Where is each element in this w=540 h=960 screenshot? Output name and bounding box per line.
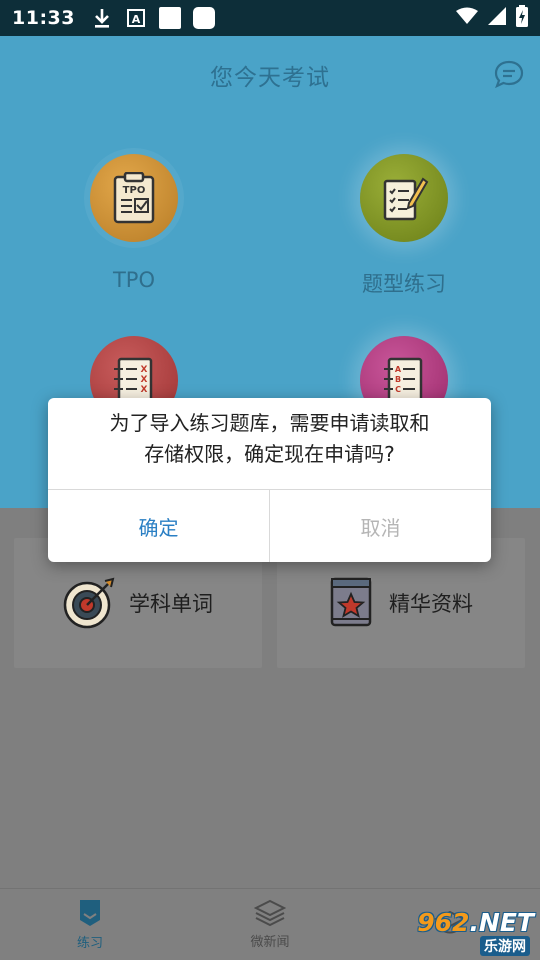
dialog-message-line1: 为了导入练习题库，需要申请读取和 — [109, 411, 430, 435]
card-essential-materials-label: 精华资料 — [389, 592, 473, 616]
svg-text:X: X — [141, 385, 148, 395]
dialog-message-line2: 存储权限，确定现在申请吗? — [144, 442, 395, 466]
lower-panel: 学科单词 精华资料 — [0, 508, 540, 888]
cancel-button[interactable]: 取消 — [270, 490, 491, 562]
watermark-title: 962.NET — [417, 908, 534, 937]
feature-tpo-label: TPO — [112, 268, 156, 292]
white-rounded-square-icon — [192, 7, 215, 29]
book-star-icon — [330, 577, 372, 627]
white-square-icon — [158, 7, 181, 29]
layers-icon — [254, 899, 286, 927]
site-watermark-logo: 962.NET 乐游网 — [406, 908, 534, 956]
font-a-icon: A — [125, 7, 147, 29]
nav-tab-practice[interactable]: 练习 — [0, 889, 180, 960]
wifi-icon — [456, 7, 478, 29]
svg-text:A: A — [132, 13, 141, 26]
feature-tpo[interactable]: TPO TPO — [64, 154, 204, 292]
system-icons — [456, 5, 528, 31]
practice-icon — [80, 900, 100, 926]
status-bar: 11:33 A — [0, 0, 540, 36]
svg-text:X: X — [141, 375, 148, 385]
watermark-subtitle: 乐游网 — [480, 936, 530, 956]
page-title: 您今天考试 — [210, 65, 330, 91]
nav-tab-practice-label: 练习 — [76, 936, 103, 951]
feature-question-practice[interactable]: 题型练习 — [334, 154, 474, 298]
notification-icons: A — [91, 7, 215, 29]
nav-tab-news-label: 微新闻 — [250, 935, 290, 950]
tpo-clipboard-icon: TPO — [90, 154, 178, 242]
dialog-actions: 确定 取消 — [48, 489, 491, 562]
target-icon — [63, 577, 115, 629]
signal-icon — [488, 7, 506, 29]
dialog-message: 为了导入练习题库，需要申请读取和 存储权限，确定现在申请吗? — [48, 398, 491, 489]
svg-text:X: X — [141, 365, 148, 375]
status-time: 11:33 — [12, 7, 75, 29]
chat-bubble-icon[interactable] — [494, 60, 524, 88]
permission-dialog: 为了导入练习题库，需要申请读取和 存储权限，确定现在申请吗? 确定 取消 — [48, 398, 491, 562]
confirm-button[interactable]: 确定 — [48, 490, 270, 562]
svg-text:B: B — [395, 375, 401, 384]
svg-text:C: C — [395, 385, 401, 394]
card-subject-words-label: 学科单词 — [129, 592, 213, 616]
svg-text:TPO: TPO — [123, 185, 146, 196]
download-icon — [91, 7, 113, 29]
nav-tab-news[interactable]: 微新闻 — [180, 889, 360, 960]
checklist-pencil-icon — [360, 154, 448, 242]
svg-text:A: A — [395, 365, 402, 374]
battery-charging-icon — [516, 5, 528, 31]
feature-question-practice-label: 题型练习 — [362, 272, 446, 296]
